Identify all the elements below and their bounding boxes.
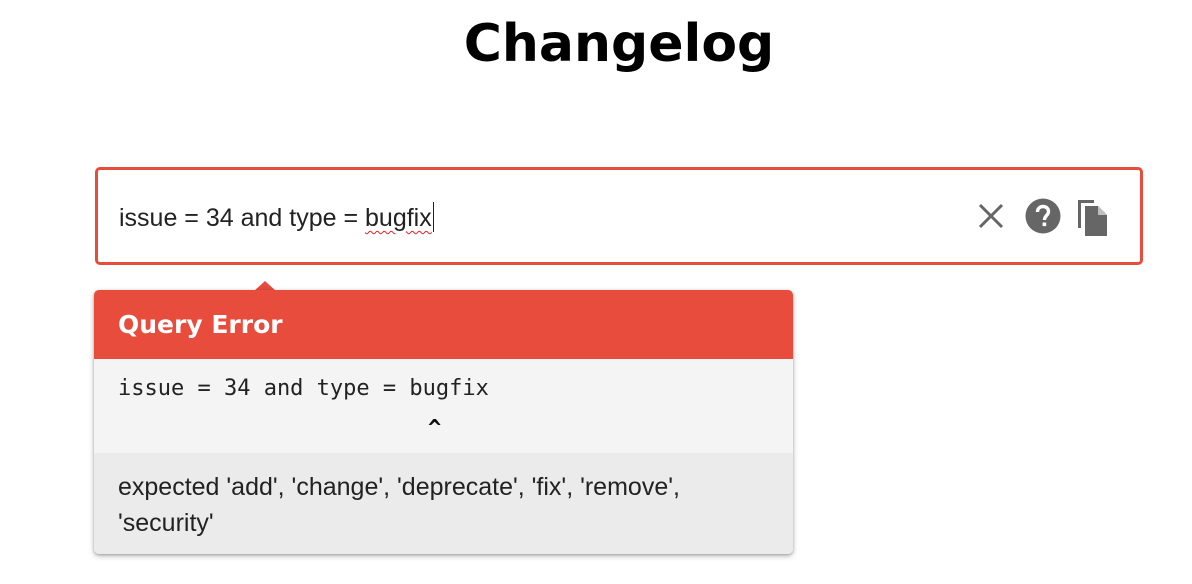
query-error-popup: Query Error issue = 34 and type = bugfix… bbox=[94, 290, 793, 554]
query-prefix: issue = 34 and type = bbox=[119, 204, 366, 232]
popup-error-message: expected 'add', 'change', 'deprecate', '… bbox=[94, 453, 793, 554]
copy-icon bbox=[1078, 200, 1107, 236]
page-title: Changelog bbox=[463, 14, 775, 74]
help-circle-icon bbox=[1025, 198, 1061, 234]
copy-button[interactable] bbox=[1074, 198, 1110, 236]
close-icon bbox=[978, 203, 1004, 229]
popup-query-section: issue = 34 and type = bugfix ^ bbox=[94, 359, 793, 453]
clear-button[interactable] bbox=[973, 198, 1009, 234]
popup-query-text: issue = 34 and type = bugfix bbox=[118, 376, 489, 401]
query-text[interactable]: issue = 34 and type = bugfix bbox=[119, 202, 434, 233]
popup-title: Query Error bbox=[94, 290, 793, 359]
text-cursor bbox=[432, 202, 434, 232]
help-button[interactable] bbox=[1025, 198, 1061, 234]
error-position-pointer: ^ bbox=[428, 416, 442, 441]
query-input[interactable]: issue = 34 and type = bugfix bbox=[95, 167, 1143, 265]
query-error-token: bugfix bbox=[365, 204, 432, 232]
